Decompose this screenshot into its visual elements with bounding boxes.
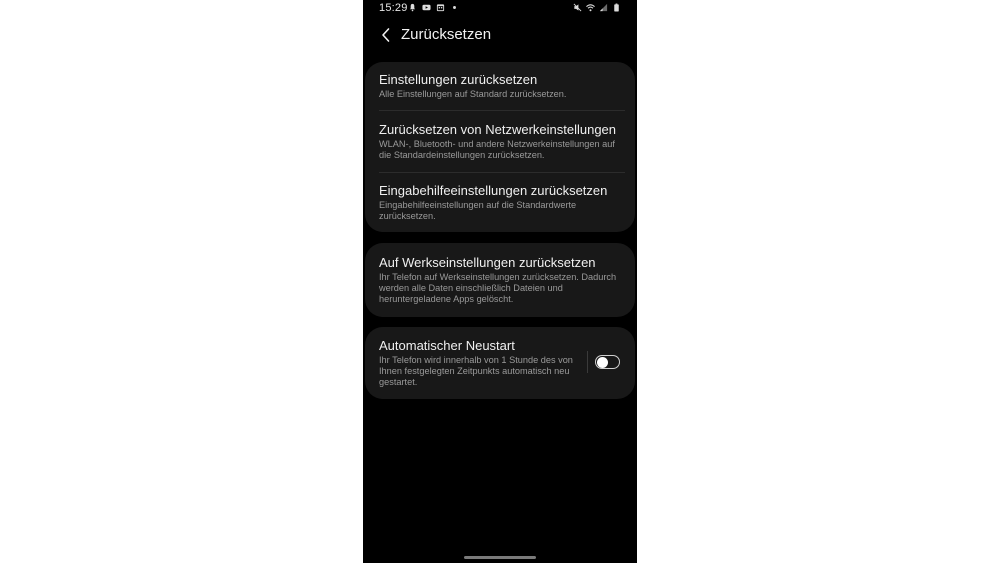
- chevron-left-icon: [375, 28, 397, 50]
- item-title: Zurücksetzen von Netzwerkeinstellungen: [379, 122, 617, 137]
- dot-icon: [450, 3, 459, 12]
- status-time: 15:29: [379, 2, 408, 14]
- page-title: Zurücksetzen: [401, 26, 492, 43]
- youtube-icon: [422, 3, 431, 12]
- mute-icon: [573, 3, 582, 12]
- toggle-separator: [587, 351, 588, 373]
- item-description: Ihr Telefon auf Werkseinstellungen zurüc…: [379, 272, 617, 304]
- item-title: Auf Werkseinstellungen zurücksetzen: [379, 255, 596, 270]
- item-title: Automatischer Neustart: [379, 338, 515, 353]
- calendar-icon: [436, 3, 445, 12]
- phone-screen: 15:29 Zurücksetzen Einstellungen zurücks…: [363, 0, 637, 563]
- settings-group-factory-reset: Auf Werkseinstellungen zurücksetzen Ihr …: [365, 243, 635, 317]
- auto-restart-toggle[interactable]: [595, 355, 620, 369]
- item-description: WLAN-, Bluetooth- und andere Netzwerkein…: [379, 139, 615, 160]
- factory-reset-item[interactable]: Auf Werkseinstellungen zurücksetzen Ihr …: [379, 255, 623, 305]
- settings-group-reset: Einstellungen zurücksetzen Alle Einstell…: [365, 62, 635, 232]
- settings-group-auto-restart: Automatischer Neustart Ihr Telefon wird …: [365, 327, 635, 399]
- toggle-knob: [597, 356, 608, 368]
- item-description: Ihr Telefon wird innerhalb von 1 Stunde …: [379, 355, 573, 387]
- item-description: Alle Einstellungen auf Standard zurückse…: [379, 89, 567, 99]
- reset-accessibility-settings-item[interactable]: Eingabehilfeeinstellungen zurücksetzen E…: [379, 183, 623, 222]
- battery-icon: [612, 3, 621, 12]
- auto-restart-item[interactable]: Automatischer Neustart Ihr Telefon wird …: [379, 338, 577, 388]
- reset-network-settings-item[interactable]: Zurücksetzen von Netzwerkeinstellungen W…: [379, 122, 623, 161]
- divider: [379, 172, 625, 173]
- item-title: Eingabehilfeeinstellungen zurücksetzen: [379, 183, 608, 198]
- wifi-icon: [586, 3, 595, 12]
- back-button[interactable]: [375, 24, 397, 46]
- reset-settings-item[interactable]: Einstellungen zurücksetzen Alle Einstell…: [379, 72, 623, 100]
- status-right-icons: [573, 3, 621, 12]
- top-app-bar: Zurücksetzen: [363, 22, 637, 50]
- home-indicator[interactable]: [464, 556, 536, 559]
- status-bar: 15:29: [363, 0, 637, 16]
- divider: [379, 110, 625, 111]
- mute-notification-icon: [408, 3, 417, 12]
- item-title: Einstellungen zurücksetzen: [379, 72, 538, 87]
- signal-icon: [599, 3, 608, 12]
- status-left-icons: [408, 3, 459, 12]
- item-description: Eingabehilfeeinstellungen auf die Standa…: [379, 200, 577, 221]
